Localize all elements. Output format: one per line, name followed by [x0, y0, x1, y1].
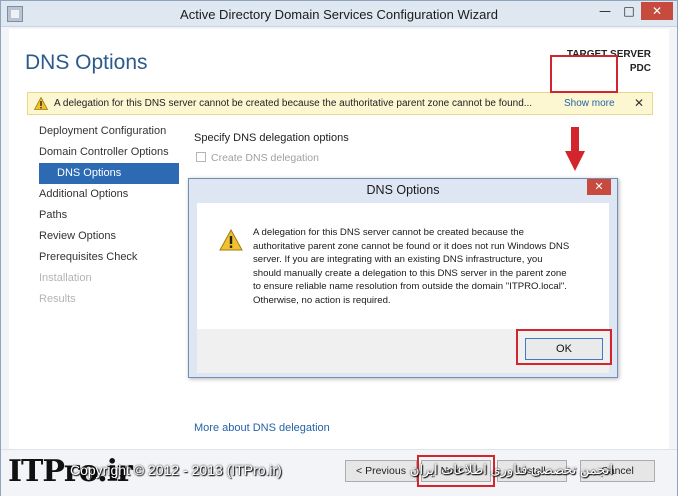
- dialog-title-bar: DNS Options ✕: [189, 179, 617, 201]
- warning-banner: A delegation for this DNS server cannot …: [27, 92, 653, 115]
- previous-button[interactable]: < Previous: [345, 460, 417, 482]
- title-bar: Active Directory Domain Services Configu…: [1, 1, 677, 27]
- sidebar-item-dns-options[interactable]: DNS Options: [39, 163, 179, 184]
- sidebar-item-deployment-configuration[interactable]: Deployment Configuration: [39, 121, 191, 142]
- close-button[interactable]: ✕: [641, 2, 673, 20]
- create-dns-delegation-checkbox: [196, 152, 206, 162]
- dns-delegation-heading: Specify DNS delegation options: [194, 132, 349, 144]
- sidebar-item-review-options[interactable]: Review Options: [39, 226, 191, 247]
- show-more-link[interactable]: Show more: [564, 98, 615, 109]
- watermark-copyright: Copyright © 2012 - 2013 (ITPro.ir): [70, 462, 282, 478]
- page-title: DNS Options: [25, 51, 148, 74]
- sidebar-item-domain-controller-options[interactable]: Domain Controller Options: [39, 142, 191, 163]
- dialog-title: DNS Options: [366, 183, 440, 197]
- warning-icon: [33, 96, 49, 115]
- warning-icon: [219, 228, 243, 256]
- sidebar-item-prerequisites-check[interactable]: Prerequisites Check: [39, 247, 191, 268]
- sidebar-item-installation: Installation: [39, 272, 92, 284]
- red-arrow-icon: [565, 127, 585, 171]
- window-title: Active Directory Domain Services Configu…: [180, 7, 498, 22]
- create-dns-delegation-option: Create DNS delegation: [196, 152, 319, 164]
- dialog-message: A delegation for this DNS server cannot …: [253, 227, 570, 306]
- dialog-close-button[interactable]: ✕: [587, 179, 611, 195]
- show-more-highlight: [550, 55, 618, 93]
- more-about-dns-delegation-link[interactable]: More about DNS delegation: [194, 422, 330, 434]
- watermark-persian: انجمن تخصصی فناوری اطلاعات ایران: [410, 462, 613, 477]
- minimize-button[interactable]: —: [595, 2, 615, 20]
- banner-close-icon[interactable]: ✕: [634, 96, 644, 110]
- sidebar-item-paths[interactable]: Paths: [39, 205, 191, 226]
- dialog-body: A delegation for this DNS server cannot …: [197, 203, 609, 329]
- target-server-name: PDC: [629, 63, 651, 74]
- sidebar-nav: Deployment Configuration Domain Controll…: [39, 121, 191, 310]
- maximize-button[interactable]: □: [619, 2, 639, 20]
- sidebar-item-results: Results: [39, 293, 76, 305]
- sidebar-item-additional-options[interactable]: Additional Options: [39, 184, 191, 205]
- banner-text: A delegation for this DNS server cannot …: [54, 98, 533, 109]
- ok-button-highlight: [516, 329, 612, 365]
- create-dns-delegation-label: Create DNS delegation: [211, 152, 319, 164]
